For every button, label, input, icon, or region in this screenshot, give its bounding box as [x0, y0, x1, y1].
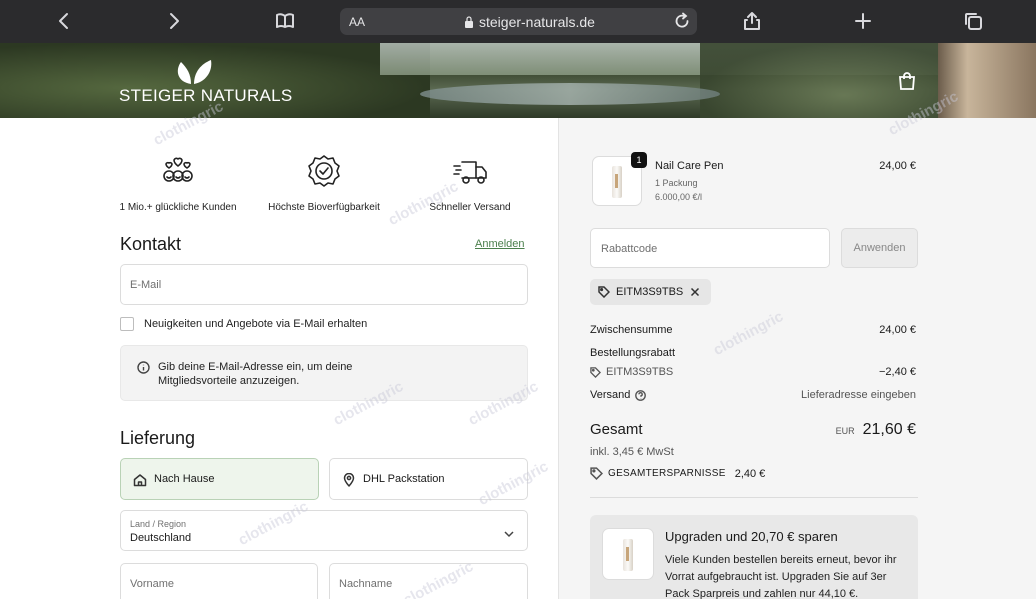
- trust-item-bioavailability: Höchste Bioverfügbarkeit: [244, 154, 404, 213]
- newsletter-checkbox[interactable]: [120, 317, 134, 331]
- member-info-box: Gib deine E-Mail-Adresse ein, um deine M…: [120, 345, 528, 401]
- trust-label: Höchste Bioverfügbarkeit: [268, 202, 380, 213]
- happy-customers-icon: [98, 154, 258, 188]
- share-button[interactable]: [737, 6, 767, 36]
- share-icon: [744, 12, 760, 30]
- tag-icon: [590, 467, 603, 480]
- forward-button[interactable]: [159, 6, 189, 36]
- first-name-placeholder: Vorname: [130, 578, 175, 590]
- shipping-value: Lieferadresse eingeben: [801, 389, 916, 401]
- last-name-field[interactable]: Nachname: [329, 563, 528, 599]
- email-field[interactable]: E-Mail: [120, 264, 528, 305]
- upsell-card[interactable]: Upgraden und 20,70 € sparen Viele Kunden…: [590, 515, 918, 599]
- country-select[interactable]: Land / Region Deutschland: [120, 510, 528, 551]
- bookmarks-button[interactable]: [270, 6, 300, 36]
- order-discount-label: Bestellungsrabatt: [590, 347, 675, 359]
- product-variant: 1 Packung: [655, 178, 698, 188]
- info-icon: [137, 361, 150, 374]
- applied-code: EITM3S9TBS: [616, 286, 684, 298]
- browser-toolbar: AA steiger-naturals.de: [0, 0, 1036, 43]
- savings-label: GESAMTERSPARNISSE: [608, 468, 726, 479]
- total-currency: EUR: [835, 426, 855, 436]
- upsell-title: Upgraden und 20,70 € sparen: [665, 529, 838, 544]
- newsletter-label: Neuigkeiten und Angebote via E-Mail erha…: [144, 318, 368, 330]
- delivery-option-packstation[interactable]: DHL Packstation: [329, 458, 528, 500]
- tag-icon: [590, 366, 601, 378]
- trust-label: 1 Mio.+ glückliche Kunden: [119, 202, 237, 213]
- email-placeholder: E-Mail: [130, 279, 162, 291]
- subtotal-label: Zwischensumme: [590, 324, 673, 336]
- leaf-icon: [173, 58, 213, 84]
- order-discount-code: EITM3S9TBS: [606, 366, 674, 378]
- chevron-left-icon: [59, 13, 68, 29]
- order-discount-code-row: EITM3S9TBS: [590, 366, 673, 378]
- chevron-down-icon: [503, 526, 515, 538]
- location-pin-icon: [342, 472, 356, 487]
- checkout-form: 1 Mio.+ glückliche Kunden Höchste Biover…: [0, 118, 558, 599]
- tabs-icon: [965, 13, 982, 30]
- tabs-overview-button[interactable]: [958, 6, 988, 36]
- order-summary: 1 Nail Care Pen 1 Packung 6.000,00 €/l 2…: [558, 118, 1036, 599]
- newsletter-checkbox-row[interactable]: Neuigkeiten und Angebote via E-Mail erha…: [120, 317, 367, 331]
- total-value: 21,60 €: [862, 421, 916, 438]
- reload-button[interactable]: [673, 12, 691, 35]
- discount-placeholder: Rabattcode: [601, 243, 658, 255]
- trust-label: Schneller Versand: [429, 202, 511, 213]
- country-label: Land / Region: [130, 519, 187, 529]
- contact-heading: Kontakt: [120, 234, 182, 254]
- delivery-option-label: DHL Packstation: [363, 473, 445, 485]
- chevron-right-icon: [170, 13, 179, 29]
- country-value: Deutschland: [130, 532, 192, 544]
- back-button[interactable]: [49, 6, 79, 36]
- delivery-heading: Lieferung: [120, 428, 196, 448]
- applied-code-chip: EITM3S9TBS: [590, 279, 712, 305]
- subtotal-value: 24,00 €: [879, 324, 916, 336]
- trust-item-shipping: Schneller Versand: [390, 154, 550, 213]
- product-price: 24,00 €: [879, 160, 916, 172]
- help-icon[interactable]: [635, 389, 647, 401]
- tax-note: inkl. 3,45 € MwSt: [590, 446, 674, 458]
- upsell-body: Viele Kunden bestellen bereits erneut, b…: [665, 554, 897, 599]
- lock-icon: [465, 15, 473, 28]
- quantity-badge: 1: [631, 152, 647, 168]
- total-amount: EUR 21,60 €: [836, 421, 916, 439]
- new-tab-button[interactable]: [848, 6, 878, 36]
- total-label: Gesamt: [590, 421, 643, 438]
- reader-aa-button[interactable]: AA: [349, 15, 365, 29]
- product-name: Nail Care Pen: [655, 160, 724, 172]
- shipping-row: Versand: [590, 389, 647, 401]
- hero-banner: STEIGER NATURALS: [0, 43, 1036, 118]
- upsell-thumbnail: [602, 528, 654, 580]
- apply-discount-button[interactable]: Anwenden: [841, 228, 918, 268]
- login-link[interactable]: Anmelden: [475, 238, 525, 250]
- shopping-bag-icon: [899, 72, 915, 90]
- tag-icon: [598, 286, 610, 298]
- discount-code-field[interactable]: Rabattcode: [590, 228, 830, 268]
- url-label: steiger-naturals.de: [479, 13, 595, 30]
- reload-icon: [675, 12, 689, 28]
- address-bar[interactable]: AA steiger-naturals.de: [340, 8, 697, 35]
- url-text: steiger-naturals.de: [464, 14, 595, 30]
- last-name-placeholder: Nachname: [339, 578, 393, 590]
- order-discount-value: −2,40 €: [878, 366, 916, 378]
- badge-check-icon: [244, 154, 404, 188]
- member-info-text: Gib deine E-Mail-Adresse ein, um deine M…: [158, 361, 353, 387]
- brand-name: STEIGER NATURALS: [119, 86, 293, 105]
- product-unit-price: 6.000,00 €/l: [655, 192, 703, 202]
- shipping-label: Versand: [590, 389, 631, 401]
- first-name-field[interactable]: Vorname: [120, 563, 318, 599]
- fast-truck-icon: [390, 154, 550, 188]
- total-savings-row: GESAMTERSPARNISSE 2,40 €: [590, 467, 765, 480]
- home-icon: [133, 473, 147, 487]
- plus-icon: [855, 13, 871, 29]
- savings-value: 2,40 €: [734, 467, 766, 480]
- remove-code-icon[interactable]: [689, 286, 701, 298]
- trust-item-customers: 1 Mio.+ glückliche Kunden: [98, 154, 258, 213]
- divider: [590, 497, 918, 498]
- cart-button[interactable]: [898, 71, 916, 91]
- delivery-option-home[interactable]: Nach Hause: [120, 458, 319, 500]
- delivery-option-label: Nach Hause: [154, 473, 215, 485]
- book-icon: [276, 13, 294, 28]
